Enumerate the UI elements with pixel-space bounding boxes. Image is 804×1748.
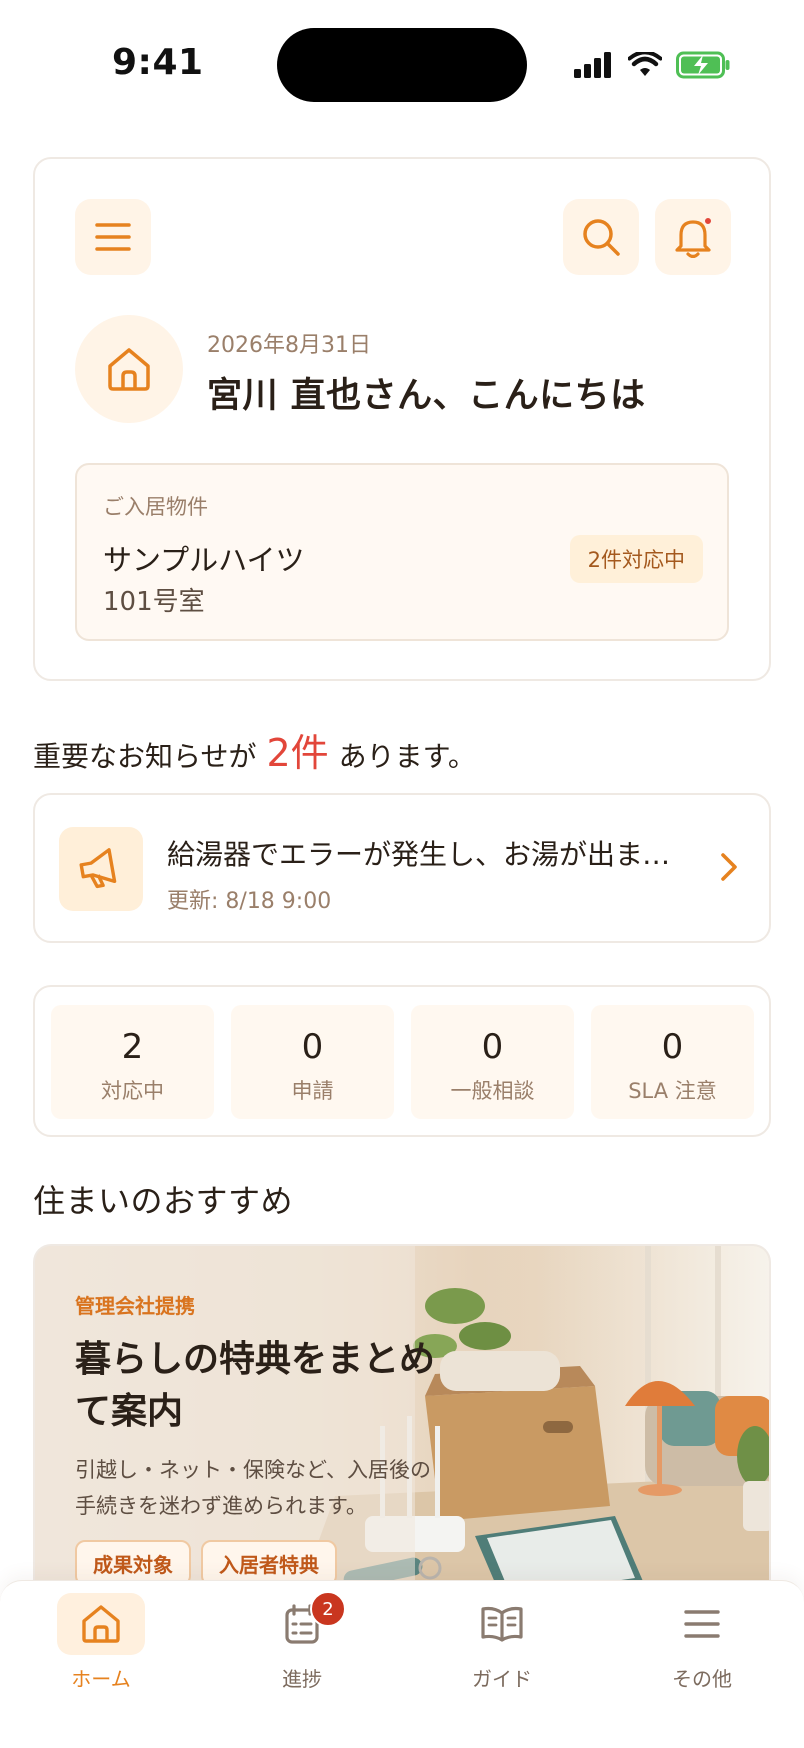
tab-home[interactable]: ホーム <box>21 1593 181 1703</box>
notice-count: 2件 <box>266 731 329 775</box>
greeting-date: 2026年8月31日 <box>207 333 371 358</box>
stat-value: 0 <box>661 1027 684 1067</box>
battery-charging-icon <box>676 51 730 79</box>
notice-title: 給湯器でエラーが発生し、お湯が出ません <box>167 838 677 871</box>
signal-icon <box>574 52 611 78</box>
stat-label: 一般相談 <box>450 1079 535 1103</box>
stat-value: 0 <box>481 1027 504 1067</box>
dynamic-island <box>277 28 527 102</box>
wifi-icon <box>628 52 662 76</box>
chevron-right-icon <box>721 853 737 881</box>
header-card: 2026年8月31日 宮川 直也さん、こんにちは ご入居物件 サンプルハイツ 1… <box>33 157 771 681</box>
property-label: ご入居物件 <box>103 495 208 519</box>
greeting-text: 宮川 直也さん、こんにちは <box>207 376 646 416</box>
notice-heading-prefix: 重要なお知らせが <box>33 740 257 773</box>
stat-value: 2 <box>121 1027 144 1067</box>
tab-label: 進捗 <box>282 1667 322 1691</box>
notification-dot <box>703 216 713 226</box>
notifications-button[interactable] <box>655 199 731 275</box>
book-icon <box>481 1606 523 1642</box>
notice-item[interactable]: 給湯器でエラーが発生し、お湯が出ません 更新: 8/18 9:00 <box>33 793 771 943</box>
stat-applications[interactable]: 0 申請 <box>231 1005 394 1119</box>
recommend-section-title: 住まいのおすすめ <box>33 1182 294 1220</box>
megaphone-icon <box>79 848 117 889</box>
search-button[interactable] <box>563 199 639 275</box>
menu-button[interactable] <box>75 199 151 275</box>
stat-value: 0 <box>301 1027 324 1067</box>
promo-tag: 管理会社提携 <box>75 1294 195 1318</box>
property-room: 101号室 <box>103 587 205 617</box>
home-avatar <box>75 315 183 423</box>
home-icon <box>82 1605 120 1643</box>
promo-title: 暮らしの特典をまとめて案内 <box>75 1339 436 1432</box>
tab-more[interactable]: その他 <box>622 1593 782 1703</box>
home-screen: 9:41 2026年8月31日 宮川 直也さん、こんにちは ご入居物件 サンプル… <box>0 0 804 1748</box>
property-card[interactable]: ご入居物件 サンプルハイツ 101号室 2件対応中 <box>75 463 729 641</box>
house-icon <box>108 348 150 391</box>
megaphone-icon-box <box>59 827 143 911</box>
search-icon <box>583 219 620 256</box>
stat-label: 申請 <box>291 1079 334 1103</box>
stat-in-progress[interactable]: 2 対応中 <box>51 1005 214 1119</box>
bottom-tab-bar: ホーム 2 進捗 ガイド その他 <box>0 1580 804 1748</box>
property-name: サンプルハイツ <box>103 543 305 577</box>
hamburger-icon <box>95 223 131 251</box>
notice-heading-suffix: あります。 <box>338 740 476 773</box>
tab-label: ガイド <box>472 1667 532 1691</box>
notice-heading: 重要なお知らせが 2件 あります。 <box>33 722 476 777</box>
promo-banner[interactable]: 管理会社提携 暮らしの特典をまとめて案内 引越し・ネット・保険など、入居後の手続… <box>33 1244 771 1604</box>
promo-description: 引越し・ネット・保険など、入居後の手続きを迷わず進められます。 <box>75 1458 431 1518</box>
tab-label: ホーム <box>71 1667 131 1691</box>
stat-sla-warning[interactable]: 0 SLA 注意 <box>591 1005 754 1119</box>
stats-card: 2 対応中 0 申請 0 一般相談 0 SLA 注意 <box>33 985 771 1137</box>
progress-badge: 2 <box>310 1591 346 1627</box>
stat-label: SLA 注意 <box>628 1079 717 1103</box>
status-time: 9:41 <box>112 42 204 83</box>
stat-label: 対応中 <box>101 1079 164 1103</box>
tab-label: その他 <box>672 1667 732 1691</box>
status-icons <box>574 48 730 82</box>
notice-updated: 更新: 8/18 9:00 <box>167 889 332 914</box>
stat-general-inquiry[interactable]: 0 一般相談 <box>411 1005 574 1119</box>
status-badge: 2件対応中 <box>569 535 703 583</box>
status-bar: 9:41 <box>0 0 804 130</box>
tab-progress[interactable]: 2 進捗 <box>222 1591 382 1703</box>
menu-icon <box>684 1610 720 1638</box>
tab-guide[interactable]: ガイド <box>422 1593 582 1703</box>
